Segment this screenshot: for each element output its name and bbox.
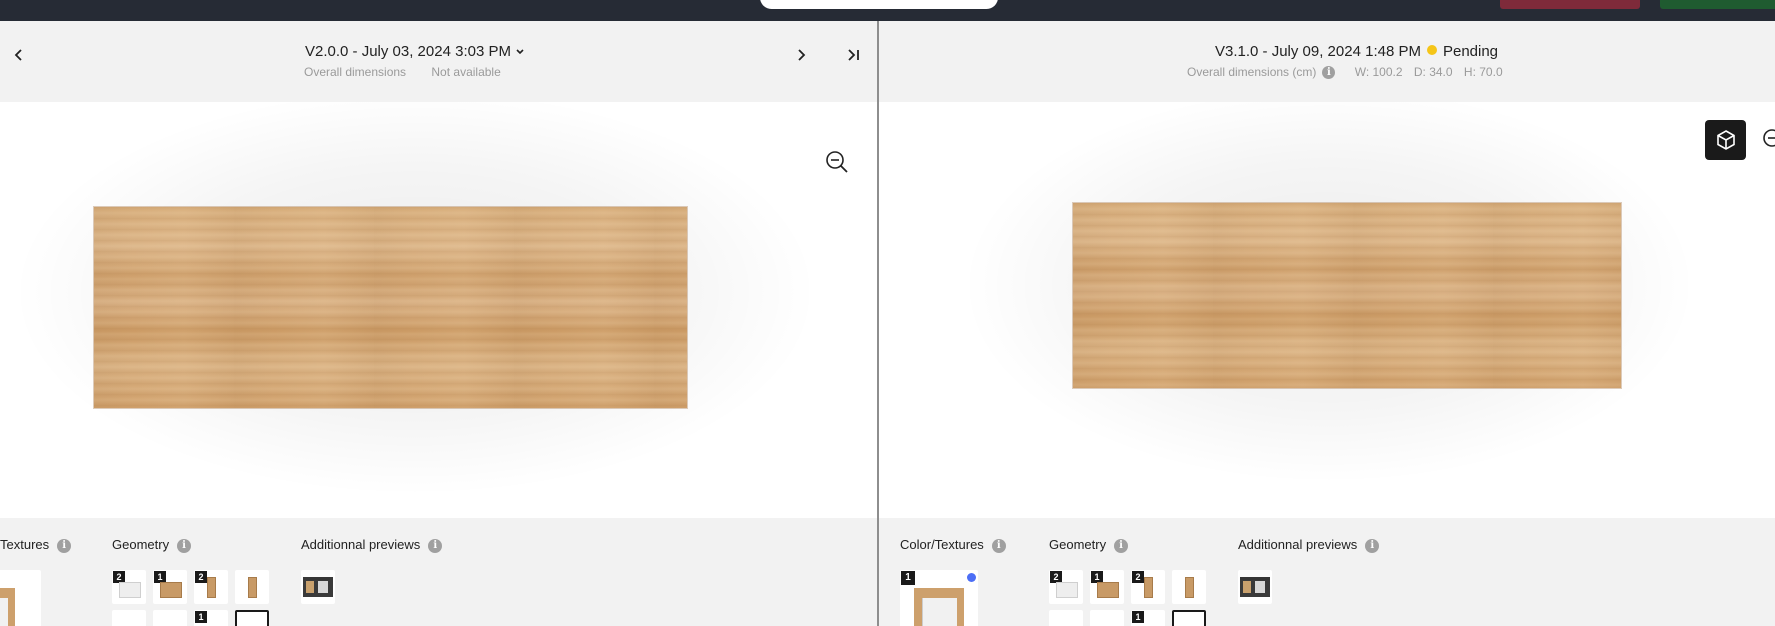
left-dimensions-value: Not available — [431, 65, 501, 79]
count-badge: 2 — [195, 571, 207, 583]
geometry-thumbnail[interactable]: 1 — [1131, 610, 1165, 626]
panel-shape — [1144, 577, 1153, 598]
geometry-thumbnail[interactable] — [1172, 570, 1206, 604]
right-textures-heading: Color/Textures i — [900, 537, 1006, 553]
geometry-thumbnail[interactable] — [112, 610, 146, 626]
selected-indicator-dot — [967, 573, 976, 582]
cabinet-shape — [1097, 582, 1119, 598]
geometry-thumbnail[interactable]: 1 — [194, 610, 228, 626]
info-icon[interactable]: i — [428, 538, 443, 553]
left-previews-label: Additionnal previews — [301, 537, 421, 552]
room-preview — [1240, 577, 1270, 597]
left-version-panel: V2.0.0 - July 03, 2024 3:03 PM Overall d… — [0, 21, 877, 626]
left-previews-heading: Additionnal previews i — [301, 537, 443, 553]
right-previews-label: Additionnal previews — [1238, 537, 1358, 552]
additional-preview-thumbnail[interactable] — [1238, 570, 1272, 604]
count-badge: 1 — [1132, 611, 1144, 623]
geometry-thumbnail[interactable] — [1090, 610, 1124, 626]
geometry-thumbnail[interactable]: 1 — [153, 570, 187, 604]
right-geometry-label: Geometry — [1049, 537, 1107, 552]
left-dimensions-row: Overall dimensions Not available — [304, 65, 501, 79]
right-dimensions-row: Overall dimensions (cm) i W: 100.2 D: 34.… — [1187, 65, 1503, 80]
info-icon[interactable]: i — [1114, 538, 1129, 553]
panel-shape — [207, 577, 216, 598]
chevron-left-icon[interactable] — [13, 46, 25, 67]
right-geometry-heading: Geometry i — [1049, 537, 1129, 553]
left-texture-thumbnail[interactable] — [0, 570, 41, 626]
count-badge: 1 — [195, 611, 207, 623]
geometry-thumbnail[interactable] — [153, 610, 187, 626]
count-badge: 2 — [1132, 571, 1144, 583]
geometry-thumbnail[interactable]: 1 — [1090, 570, 1124, 604]
additional-preview-thumbnail[interactable] — [301, 570, 335, 604]
left-furniture-top-view — [94, 207, 687, 408]
geometry-thumbnail[interactable]: 2 — [1049, 570, 1083, 604]
right-previews-heading: Additionnal previews i — [1238, 537, 1380, 553]
geometry-thumbnail-selected[interactable] — [235, 610, 269, 626]
geometry-thumbnail-selected[interactable] — [1172, 610, 1206, 626]
info-icon[interactable]: i — [1365, 538, 1380, 553]
info-icon[interactable]: i — [1322, 66, 1336, 80]
geometry-thumbnail[interactable]: 2 — [1131, 570, 1165, 604]
right-version-title: V3.1.0 - July 09, 2024 1:48 PM — [1215, 43, 1421, 60]
panel-shape — [1185, 577, 1194, 598]
right-version-heading: V3.1.0 - July 09, 2024 1:48 PM Pending — [1215, 43, 1498, 60]
geometry-thumbnail[interactable]: 2 — [112, 570, 146, 604]
right-version-panel: V3.1.0 - July 09, 2024 1:48 PM Pending Ov… — [879, 21, 1775, 626]
cube-icon — [1715, 129, 1737, 156]
right-assets-section: Color/Textures i 1 Geometry i 2 1 2 1 Addi… — [879, 518, 1775, 626]
cabinet-shape — [119, 582, 141, 598]
left-3d-viewer[interactable] — [0, 102, 877, 518]
zoom-out-icon[interactable] — [824, 149, 850, 175]
top-center-pill[interactable] — [760, 0, 998, 9]
room-preview — [303, 577, 333, 597]
view-mode-toggle-button[interactable] — [1705, 120, 1746, 160]
cabinet-preview — [914, 588, 964, 626]
left-geometry-label: Geometry — [112, 537, 170, 552]
count-badge: 1 — [901, 571, 915, 585]
color-texture-thumbnail[interactable]: 1 — [900, 570, 978, 626]
right-furniture-top-view — [1073, 203, 1621, 388]
status-badge: Pending — [1442, 43, 1499, 60]
info-icon[interactable]: i — [57, 538, 72, 553]
reject-button[interactable] — [1500, 0, 1640, 9]
width-value: W: 100.2 — [1354, 65, 1403, 79]
right-panel-header: V3.1.0 - July 09, 2024 1:48 PM Pending Ov… — [879, 21, 1775, 102]
height-value: H: 70.0 — [1463, 65, 1503, 79]
left-version-selector[interactable]: V2.0.0 - July 03, 2024 3:03 PM — [305, 43, 525, 60]
left-geometry-heading: Geometry i — [112, 537, 192, 553]
skip-to-last-icon[interactable] — [846, 46, 862, 67]
geometry-thumbnail[interactable] — [235, 570, 269, 604]
top-toolbar — [0, 0, 1775, 21]
left-textures-label: Textures — [0, 537, 50, 552]
left-version-title: V2.0.0 - July 03, 2024 3:03 PM — [305, 43, 511, 60]
chevron-right-icon[interactable] — [795, 46, 807, 67]
panel-shape — [248, 577, 257, 598]
geometry-thumbnail[interactable] — [1049, 610, 1083, 626]
left-dimensions-label: Overall dimensions — [304, 65, 407, 79]
geometry-thumbnail[interactable]: 2 — [194, 570, 228, 604]
status-dot — [1426, 45, 1437, 55]
depth-value: D: 34.0 — [1413, 65, 1453, 79]
left-panel-header: V2.0.0 - July 03, 2024 3:03 PM Overall d… — [0, 21, 877, 102]
right-3d-viewer[interactable] — [879, 102, 1775, 518]
info-icon[interactable]: i — [177, 538, 192, 553]
left-assets-section: Textures i Geometry i 2 1 2 1 Additionnal … — [0, 518, 877, 626]
left-textures-heading: Textures i — [0, 537, 72, 553]
right-dimensions-label: Overall dimensions (cm) — [1187, 65, 1317, 79]
cabinet-preview — [0, 588, 15, 626]
cabinet-shape — [1056, 582, 1078, 598]
info-icon[interactable]: i — [991, 538, 1006, 553]
approve-button[interactable] — [1660, 0, 1775, 9]
right-textures-label: Color/Textures — [900, 537, 984, 552]
zoom-out-icon[interactable] — [1761, 127, 1775, 153]
cabinet-shape — [160, 582, 182, 598]
chevron-down-icon — [515, 43, 525, 60]
